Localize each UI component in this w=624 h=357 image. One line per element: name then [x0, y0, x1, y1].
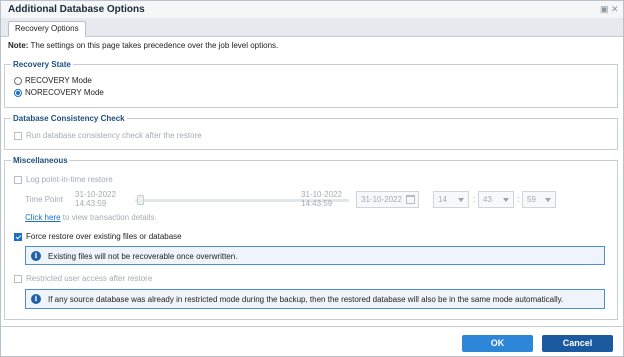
consistency-title: Database Consistency Check — [11, 114, 127, 123]
norecovery-mode-label: NORECOVERY Mode — [25, 88, 104, 97]
ok-button[interactable]: OK — [462, 335, 533, 352]
minute-value: 43 — [483, 195, 492, 204]
point-in-time-label: Log point-in-time restore — [26, 175, 113, 184]
second-select[interactable]: 59 — [522, 191, 556, 208]
date-field[interactable]: 31-10-2022 — [356, 191, 419, 208]
dialog-window: Additional Database Options ▣ ✕ Recovery… — [0, 0, 624, 357]
tab-strip: Recovery Options — [1, 18, 623, 37]
force-restore-checkbox[interactable] — [14, 232, 22, 241]
chevron-down-icon — [503, 198, 509, 202]
force-restore-info-box: i Existing files will not be recoverable… — [25, 246, 605, 265]
time-separator-1: : — [473, 194, 476, 204]
info-icon: i — [31, 251, 41, 261]
restricted-access-label: Restricted user access after restore — [26, 274, 153, 283]
misc-title: Miscellaneous — [11, 156, 70, 165]
info-icon: i — [31, 294, 41, 304]
maximize-icon[interactable]: ▣ — [600, 4, 609, 14]
force-restore-info-text: Existing files will not be recoverable o… — [48, 252, 238, 261]
time-point-slider-thumb[interactable] — [137, 195, 144, 205]
chevron-down-icon — [545, 198, 551, 202]
page-note: Note: The settings on this page takes pr… — [8, 41, 278, 50]
transaction-details-suffix: to view transaction details. — [60, 213, 157, 222]
note-text: The settings on this page takes preceden… — [30, 41, 279, 50]
date-field-value: 31-10-2022 — [361, 195, 402, 204]
restricted-access-checkbox[interactable] — [14, 274, 22, 283]
hour-value: 14 — [438, 195, 447, 204]
transaction-details-link[interactable]: Click here — [25, 213, 61, 222]
restricted-info-box: i If any source database was already in … — [25, 289, 605, 309]
consistency-checkbox[interactable] — [14, 131, 22, 140]
minute-select[interactable]: 43 — [478, 191, 514, 208]
cancel-button[interactable]: Cancel — [542, 335, 613, 352]
hour-select[interactable]: 14 — [433, 191, 469, 208]
recovery-state-section — [4, 64, 618, 108]
restricted-info-text: If any source database was already in re… — [48, 295, 564, 304]
time-separator-2: : — [517, 194, 520, 204]
force-restore-option[interactable]: Force restore over existing files or dat… — [14, 232, 182, 241]
tab-recovery-options[interactable]: Recovery Options — [8, 21, 86, 37]
dialog-title: Additional Database Options — [8, 4, 145, 15]
second-value: 59 — [527, 195, 536, 204]
point-in-time-option[interactable]: Log point-in-time restore — [14, 175, 113, 184]
recovery-mode-option[interactable]: RECOVERY Mode — [14, 76, 92, 85]
consistency-check-option[interactable]: Run database consistency check after the… — [14, 131, 202, 140]
range-start-time: 14:43:59 — [75, 199, 107, 208]
recovery-state-title: Recovery State — [11, 60, 73, 69]
close-icon[interactable]: ✕ — [611, 4, 619, 14]
consistency-checkbox-label: Run database consistency check after the… — [26, 131, 202, 140]
calendar-icon[interactable] — [406, 195, 415, 204]
recovery-mode-radio[interactable] — [14, 76, 22, 85]
force-restore-label: Force restore over existing files or dat… — [26, 232, 182, 241]
restricted-access-option[interactable]: Restricted user access after restore — [14, 274, 152, 283]
title-bar: Additional Database Options ▣ ✕ — [1, 1, 623, 18]
note-prefix: Note: — [8, 41, 29, 50]
norecovery-mode-radio[interactable] — [14, 88, 22, 97]
transaction-details-text: Click here to view transaction details. — [25, 213, 157, 222]
point-in-time-checkbox[interactable] — [14, 175, 22, 184]
norecovery-mode-option[interactable]: NORECOVERY Mode — [14, 88, 104, 97]
time-point-label: Time Point — [25, 195, 63, 204]
recovery-mode-label: RECOVERY Mode — [25, 76, 92, 85]
chevron-down-icon — [458, 198, 464, 202]
range-end-time: 14:43:59 — [301, 199, 333, 208]
